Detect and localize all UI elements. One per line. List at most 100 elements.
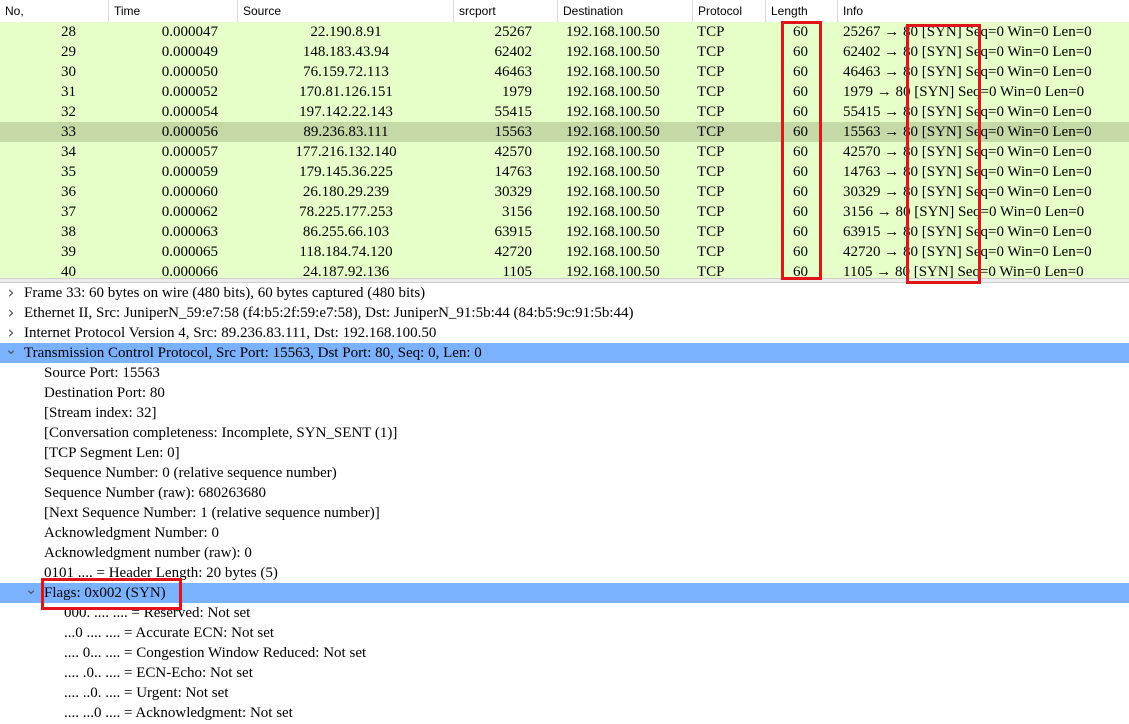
packet-source: 22.190.8.91: [310, 24, 382, 40]
packet-destination: 192.168.100.50: [566, 224, 660, 240]
packet-row-selected[interactable]: 33 0.000056 89.236.83.111 15563 192.168.100.…: [0, 122, 1129, 142]
packet-time: 0.000049: [161, 44, 218, 60]
tree-item[interactable]: ⌄ Transmission Control Protocol, Src Port…: [0, 340, 1129, 363]
tree-item[interactable]: Source Port: 15563: [0, 363, 1129, 383]
packet-srcport: 3156: [502, 204, 532, 220]
tree-item-label: [TCP Segment Len: 0]: [44, 445, 180, 461]
packet-srcport: 63915: [494, 224, 533, 240]
packet-no: 40: [61, 264, 76, 278]
column-header-srcport[interactable]: srcport: [454, 0, 558, 22]
packet-info: 46463 → 80 [SYN] Seq=0 Win=0 Len=0: [843, 64, 1092, 80]
packet-time: 0.000063: [161, 224, 218, 240]
packet-length: 60: [793, 164, 808, 180]
chevron-down-icon[interactable]: ⌄: [24, 579, 38, 599]
packet-length: 60: [793, 144, 808, 160]
packet-protocol: TCP: [697, 64, 725, 80]
tree-item[interactable]: Acknowledgment Number: 0: [0, 523, 1129, 543]
packet-length: 60: [793, 24, 808, 40]
packet-row[interactable]: 37 0.000062 78.225.177.253 3156 192.168.100.…: [0, 202, 1129, 222]
tree-item-label: [Next Sequence Number: 1 (relative seque…: [44, 505, 380, 521]
packet-row[interactable]: 36 0.000060 26.180.29.239 30329 192.168.100.…: [0, 182, 1129, 202]
chevron-down-icon[interactable]: ⌄: [4, 339, 18, 359]
packet-time: 0.000056: [161, 124, 218, 140]
column-header-source[interactable]: Source: [238, 0, 454, 22]
tree-item-label: Flags: 0x002 (SYN): [44, 585, 166, 601]
packet-srcport: 42570: [494, 144, 533, 160]
packet-no: 32: [61, 104, 76, 120]
packet-source: 179.145.36.225: [299, 164, 393, 180]
packet-row[interactable]: 40 0.000066 24.187.92.136 1105 192.168.100.5…: [0, 262, 1129, 278]
packet-source: 148.183.43.94: [302, 44, 390, 60]
column-header-destination[interactable]: Destination: [558, 0, 693, 22]
tree-item-label: [Stream index: 32]: [44, 405, 157, 421]
tree-item[interactable]: [Conversation completeness: Incomplete, …: [0, 423, 1129, 443]
packet-row[interactable]: 35 0.000059 179.145.36.225 14763 192.168.100…: [0, 162, 1129, 182]
column-header-no[interactable]: No,: [0, 0, 109, 22]
tree-item[interactable]: Acknowledgment number (raw): 0: [0, 543, 1129, 563]
packet-protocol: TCP: [697, 204, 725, 220]
packet-srcport: 30329: [494, 184, 533, 200]
tree-item[interactable]: .... ...0 .... = Acknowledgment: Not set: [0, 703, 1129, 723]
tree-item[interactable]: ⌄ Flags: 0x002 (SYN): [0, 580, 1129, 603]
tree-item[interactable]: › Ethernet II, Src: JuniperN_59:e7:58 (f4…: [0, 303, 1129, 323]
packet-source: 26.180.29.239: [302, 184, 390, 200]
packet-details-tree[interactable]: › Frame 33: 60 bytes on wire (480 bits), …: [0, 283, 1129, 724]
tree-item[interactable]: [Stream index: 32]: [0, 403, 1129, 423]
packet-list-header: No, Time Source srcport Destination Prot…: [0, 0, 1129, 23]
tree-item[interactable]: ...0 .... .... = Accurate ECN: Not set: [0, 623, 1129, 643]
column-header-protocol[interactable]: Protocol: [693, 0, 766, 22]
tree-item[interactable]: › Frame 33: 60 bytes on wire (480 bits), …: [0, 283, 1129, 303]
packet-info: 62402 → 80 [SYN] Seq=0 Win=0 Len=0: [843, 44, 1092, 60]
tree-item-label: ...0 .... .... = Accurate ECN: Not set: [64, 625, 275, 641]
packet-row[interactable]: 30 0.000050 76.159.72.113 46463 192.168.100.…: [0, 62, 1129, 82]
packet-destination: 192.168.100.50: [566, 64, 660, 80]
packet-source: 86.255.66.103: [302, 224, 390, 240]
packet-length: 60: [793, 204, 808, 220]
packet-row[interactable]: 32 0.000054 197.142.22.143 55415 192.168.100…: [0, 102, 1129, 122]
packet-length: 60: [793, 184, 808, 200]
packet-destination: 192.168.100.50: [566, 164, 660, 180]
packet-no: 38: [61, 224, 76, 240]
packet-row[interactable]: 39 0.000065 118.184.74.120 42720 192.168.100…: [0, 242, 1129, 262]
packet-time: 0.000062: [161, 204, 218, 220]
tree-item[interactable]: Destination Port: 80: [0, 383, 1129, 403]
packet-row[interactable]: 38 0.000063 86.255.66.103 63915 192.168.100.…: [0, 222, 1129, 242]
packet-row[interactable]: 28 0.000047 22.190.8.91 25267 192.168.100.50…: [0, 22, 1129, 42]
packet-destination: 192.168.100.50: [566, 244, 660, 260]
packet-length: 60: [793, 64, 808, 80]
tree-item[interactable]: .... .0.. .... = ECN-Echo: Not set: [0, 663, 1129, 683]
packet-info: 14763 → 80 [SYN] Seq=0 Win=0 Len=0: [843, 164, 1092, 180]
packet-list[interactable]: No, Time Source srcport Destination Prot…: [0, 0, 1129, 278]
tree-item[interactable]: Sequence Number (raw): 680263680: [0, 483, 1129, 503]
packet-info: 15563 → 80 [SYN] Seq=0 Win=0 Len=0: [843, 124, 1092, 140]
column-header-info[interactable]: Info: [838, 0, 1129, 22]
packet-length: 60: [793, 224, 808, 240]
packet-protocol: TCP: [697, 124, 725, 140]
tree-item[interactable]: [TCP Segment Len: 0]: [0, 443, 1129, 463]
tree-item[interactable]: 0101 .... = Header Length: 20 bytes (5): [0, 563, 1129, 583]
packet-row[interactable]: 29 0.000049 148.183.43.94 62402 192.168.100.…: [0, 42, 1129, 62]
packet-time: 0.000057: [161, 144, 218, 160]
tree-item[interactable]: .... ..0. .... = Urgent: Not set: [0, 683, 1129, 703]
tree-item-label: .... ...0 .... = Acknowledgment: Not set: [64, 705, 293, 721]
packet-row[interactable]: 34 0.000057 177.216.132.140 42570 192.168.10…: [0, 142, 1129, 162]
packet-row[interactable]: 31 0.000052 170.81.126.151 1979 192.168.100.…: [0, 82, 1129, 102]
tree-item-label: .... .0.. .... = ECN-Echo: Not set: [64, 665, 253, 681]
tree-item[interactable]: Sequence Number: 0 (relative sequence nu…: [0, 463, 1129, 483]
column-header-time[interactable]: Time: [109, 0, 238, 22]
tree-item[interactable]: › Internet Protocol Version 4, Src: 89.23…: [0, 323, 1129, 343]
chevron-right-icon[interactable]: ›: [4, 303, 18, 323]
chevron-right-icon[interactable]: ›: [4, 283, 18, 303]
packet-no: 31: [61, 84, 76, 100]
tree-item[interactable]: [Next Sequence Number: 1 (relative seque…: [0, 503, 1129, 523]
packet-no: 36: [61, 184, 76, 200]
tree-item[interactable]: .... 0... .... = Congestion Window Reduc…: [0, 643, 1129, 663]
tree-item[interactable]: 000. .... .... = Reserved: Not set: [0, 603, 1129, 623]
tree-item-label: Source Port: 15563: [44, 365, 160, 381]
packet-protocol: TCP: [697, 144, 725, 160]
packet-source: 118.184.74.120: [299, 244, 393, 260]
column-header-length[interactable]: Length: [766, 0, 838, 22]
packet-no: 37: [61, 204, 76, 220]
packet-destination: 192.168.100.50: [566, 24, 660, 40]
packet-srcport: 15563: [494, 124, 533, 140]
